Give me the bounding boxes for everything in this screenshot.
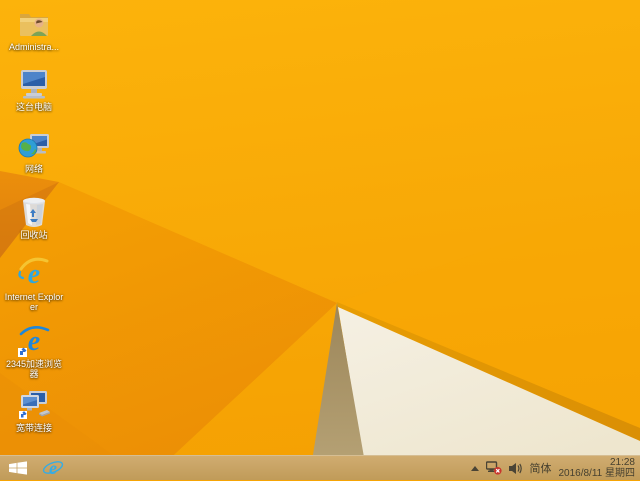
volume-icon[interactable] (509, 462, 523, 475)
network-globe-icon (17, 130, 51, 162)
svg-text:e: e (49, 458, 57, 478)
desktop-icon-label: 这台电脑 (15, 102, 52, 112)
desktop-icon-2345-browser[interactable]: e 2345加速浏览器 (2, 325, 66, 379)
user-folder-icon (17, 8, 51, 40)
system-tray: 简体 21:28 2016/8/11 星期四 (471, 457, 640, 479)
recycle-bin-icon (17, 196, 51, 228)
computer-icon (17, 68, 51, 100)
desktop-icon-label: 回收站 (20, 230, 48, 240)
desktop-icon-label: 宽带连接 (15, 423, 52, 433)
clock-time: 21:28 (609, 457, 635, 468)
desktop-icon-administrator-folder[interactable]: Administra... (2, 8, 66, 52)
desktop-icon-network[interactable]: 网络 (2, 130, 66, 174)
svg-text:e: e (28, 259, 40, 290)
desktop-icon-this-pc[interactable]: 这台电脑 (2, 68, 66, 112)
ie-taskbar-icon: e (42, 458, 64, 478)
desktop-icon-label: Internet Explorer (4, 292, 64, 312)
network-disconnected-icon[interactable] (486, 461, 503, 475)
desktop-icon-internet-explorer[interactable]: e Internet Explorer (2, 257, 66, 312)
desktop-icon-recycle-bin[interactable]: 回收站 (2, 196, 66, 240)
svg-text:e: e (28, 326, 40, 357)
taskbar: e 简体 21:28 2016/8/11 星期四 (0, 455, 640, 480)
desktop-wallpaper (0, 0, 640, 480)
browser-2345-icon: e (17, 325, 51, 357)
windows-logo-icon (9, 461, 27, 475)
start-button[interactable] (0, 456, 36, 481)
desktop-icon-broadband-connection[interactable]: 宽带连接 (2, 389, 66, 433)
input-method-indicator[interactable]: 简体 (529, 460, 551, 476)
desktop-icon-label: Administra... (8, 42, 59, 52)
ie-taskbar-button[interactable]: e (36, 456, 70, 481)
taskbar-clock[interactable]: 21:28 2016/8/11 星期四 (558, 457, 635, 479)
clock-date: 2016/8/11 星期四 (558, 468, 635, 479)
desktop-icon-label: 网络 (24, 164, 43, 174)
broadband-icon (17, 389, 51, 421)
desktop-icon-label: 2345加速浏览器 (5, 359, 63, 379)
ie-icon: e (17, 257, 51, 290)
hidden-icons-arrow[interactable] (471, 465, 480, 471)
